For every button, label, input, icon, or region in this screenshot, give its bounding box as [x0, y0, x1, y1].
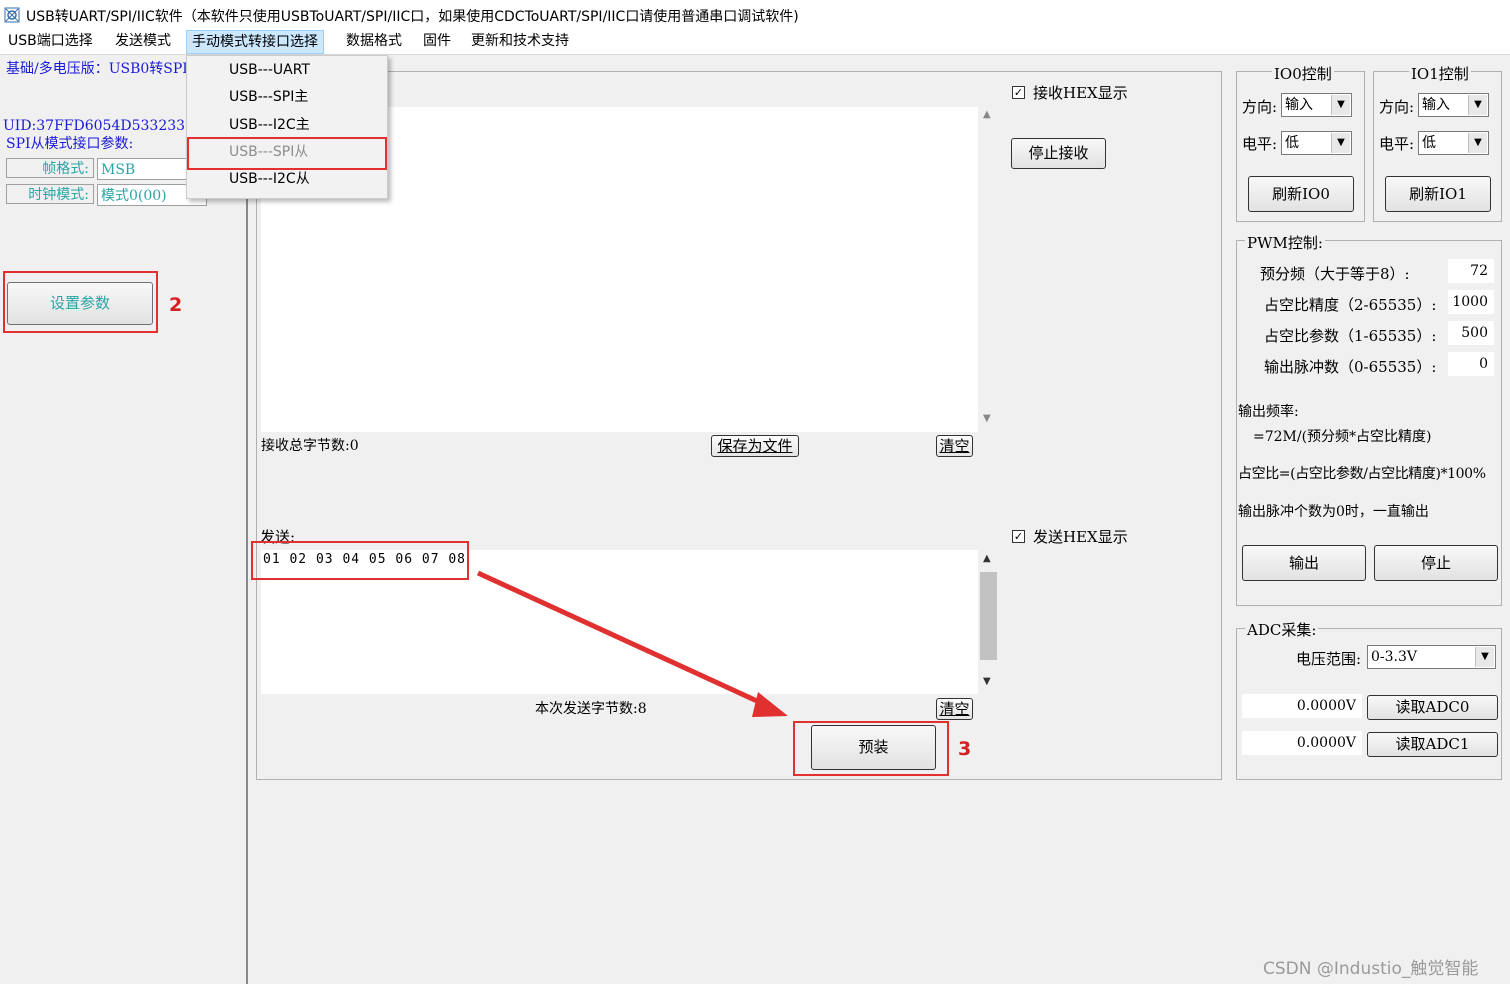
pwm-title: PWM控制: [1245, 232, 1325, 253]
title-bar: USB转UART/SPI/IIC软件（本软件只使用USBToUART/SPI/I… [0, 0, 1510, 30]
scroll-up-icon[interactable]: ▲ [983, 553, 991, 564]
adc-range-value: 0-3.3V [1371, 649, 1418, 665]
pwm-prescale-input[interactable]: 72 [1448, 259, 1494, 283]
chevron-down-icon[interactable]: ▼ [1331, 95, 1350, 115]
step-2-label: 2 [169, 294, 183, 316]
menu-firmware[interactable]: 固件 [418, 30, 456, 54]
adc-range-select[interactable]: 0-3.3V ▼ [1367, 645, 1496, 669]
scroll-up-icon[interactable]: ▲ [983, 109, 991, 120]
receive-total-bytes: 接收总字节数:0 [261, 438, 359, 454]
io0-level-value: 低 [1285, 135, 1299, 151]
refresh-io0-button[interactable]: 刷新IO0 [1248, 176, 1354, 212]
pwm-duty-label: 占空比参数（1-65535）: [1264, 327, 1437, 345]
send-scrollbar[interactable]: ▲ ▼ [980, 550, 997, 694]
chevron-down-icon[interactable]: ▼ [1468, 95, 1487, 115]
io1-level-value: 低 [1422, 135, 1436, 151]
io1-direction-label: 方向: [1379, 98, 1415, 116]
receive-clear-button[interactable]: 清空 [936, 435, 973, 457]
pwm-stop-button[interactable]: 停止 [1374, 545, 1498, 581]
menu-usb-port[interactable]: USB端口选择 [3, 30, 98, 54]
io1-level-select[interactable]: 低 ▼ [1418, 131, 1489, 155]
io0-level-select[interactable]: 低 ▼ [1281, 131, 1352, 155]
send-clear-button[interactable]: 清空 [936, 698, 973, 720]
window-title: USB转UART/SPI/IIC软件（本软件只使用USBToUART/SPI/I… [26, 9, 799, 25]
adc-range-label: 电压范围: [1296, 650, 1362, 668]
pwm-freq-label: 输出频率: [1238, 404, 1299, 420]
interface-dropdown-menu: USB---UART USB---SPI主 USB---I2C主 USB---S… [186, 55, 388, 199]
highlight-box-2 [3, 271, 158, 333]
read-adc0-button[interactable]: 读取ADC0 [1367, 695, 1498, 720]
io0-direction-select[interactable]: 输入 ▼ [1281, 93, 1352, 117]
version-label: 基础/多电压版：USB0转SPI [6, 61, 188, 77]
app-icon [4, 7, 20, 23]
step-3-label: 3 [958, 738, 972, 760]
adc0-value: 0.0000V [1242, 694, 1362, 718]
chevron-down-icon[interactable]: ▼ [1331, 133, 1350, 153]
pwm-duty-input[interactable]: 500 [1448, 321, 1494, 345]
clock-mode-label: 时钟模式: [6, 184, 94, 204]
io1-direction-value: 输入 [1422, 97, 1450, 113]
highlight-box-send-data [251, 541, 469, 580]
io0-title: IO0控制 [1272, 63, 1334, 84]
io1-title: IO1控制 [1409, 63, 1471, 84]
io1-direction-select[interactable]: 输入 ▼ [1418, 93, 1489, 117]
highlight-box-1 [187, 137, 387, 170]
scroll-down-icon[interactable]: ▼ [983, 676, 991, 687]
frame-format-label: 帧格式: [6, 158, 94, 178]
save-to-file-button[interactable]: 保存为文件 [711, 435, 799, 457]
pwm-precision-label: 占空比精度（2-65535）: [1264, 296, 1437, 314]
menu-option-usb-uart[interactable]: USB---UART [187, 57, 387, 84]
pwm-output-button[interactable]: 输出 [1242, 545, 1366, 581]
refresh-io1-button[interactable]: 刷新IO1 [1385, 176, 1491, 212]
stop-receive-button[interactable]: 停止接收 [1011, 138, 1106, 169]
receive-hex-label: 接收HEX显示 [1033, 84, 1128, 102]
pwm-pulses-input[interactable]: 0 [1448, 352, 1494, 376]
annotation-arrow-icon [476, 570, 788, 717]
pwm-prescale-label: 预分频（大于等于8）: [1260, 265, 1410, 283]
scroll-down-icon[interactable]: ▼ [983, 413, 991, 424]
menu-option-usb-i2c-slave[interactable]: USB---I2C从 [187, 166, 387, 193]
menu-bar: USB端口选择 发送模式 手动模式转接口选择 数据格式 固件 更新和技术支持 [0, 30, 1510, 55]
highlight-box-3 [793, 721, 949, 776]
pwm-freq-formula: =72M/(预分频*占空比精度) [1253, 429, 1432, 445]
read-adc1-button[interactable]: 读取ADC1 [1367, 732, 1498, 757]
send-hex-checkbox[interactable]: ✓ [1012, 530, 1025, 543]
io0-direction-label: 方向: [1242, 98, 1278, 116]
receive-scrollbar[interactable]: ▲ ▼ [980, 107, 996, 432]
menu-send-mode[interactable]: 发送模式 [110, 30, 176, 54]
menu-option-usb-i2c-master[interactable]: USB---I2C主 [187, 112, 387, 139]
pwm-pulse-note: 输出脉冲个数为0时，一直输出 [1238, 504, 1429, 520]
spi-slave-params-title: SPI从模式接口参数: [6, 136, 134, 152]
io0-direction-value: 输入 [1285, 97, 1313, 113]
uid-label: UID:37FFD6054D533233654 [3, 118, 212, 134]
menu-data-format[interactable]: 数据格式 [341, 30, 407, 54]
menu-interface-select[interactable]: 手动模式转接口选择 [186, 30, 324, 54]
scrollbar-thumb[interactable] [980, 572, 997, 660]
pwm-pulses-label: 输出脉冲数（0-65535）: [1264, 358, 1437, 376]
send-hex-label: 发送HEX显示 [1033, 528, 1128, 546]
watermark: CSDN @Industio_触觉智能 [1263, 959, 1479, 979]
pwm-precision-input[interactable]: 1000 [1448, 290, 1494, 314]
io1-level-label: 电平: [1379, 135, 1415, 153]
pwm-duty-formula: 占空比=(占空比参数/占空比精度)*100% [1238, 466, 1486, 482]
menu-updates-support[interactable]: 更新和技术支持 [466, 30, 574, 54]
adc-title: ADC采集: [1245, 619, 1319, 640]
receive-hex-checkbox[interactable]: ✓ [1012, 86, 1025, 99]
io0-level-label: 电平: [1242, 135, 1278, 153]
chevron-down-icon[interactable]: ▼ [1468, 133, 1487, 153]
chevron-down-icon[interactable]: ▼ [1475, 647, 1494, 667]
adc1-value: 0.0000V [1242, 731, 1362, 755]
menu-option-usb-spi-master[interactable]: USB---SPI主 [187, 84, 387, 111]
